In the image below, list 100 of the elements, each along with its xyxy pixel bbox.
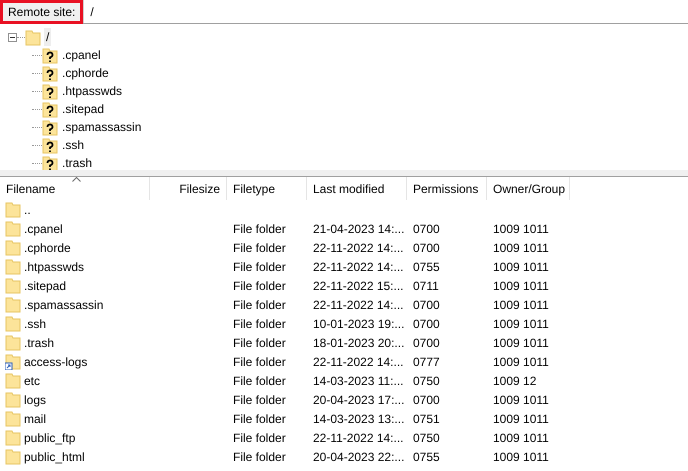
file-name[interactable]: public_ftp xyxy=(24,428,76,446)
table-cell-text: 1009 1011 xyxy=(493,410,549,428)
tree-item[interactable]: .cpanel xyxy=(60,46,103,64)
table-cell-text: 0755 xyxy=(413,448,440,466)
folder-icon xyxy=(5,239,21,256)
file-name[interactable]: logs xyxy=(24,390,46,408)
unknown-folder-icon xyxy=(42,100,58,118)
table-cell-text: 1009 1011 xyxy=(493,448,549,466)
table-cell-text: 22-11-2022 14:... xyxy=(313,354,404,370)
tree-item[interactable]: .htpasswds xyxy=(60,82,124,100)
folder-icon xyxy=(5,410,21,427)
collapse-icon[interactable] xyxy=(8,32,17,42)
table-cell-text: 0700 xyxy=(413,334,440,352)
file-name[interactable]: .spamassassin xyxy=(24,296,104,314)
table-cell-text: File folder xyxy=(233,334,286,352)
unknown-folder-icon xyxy=(42,136,58,154)
path-field[interactable]: / xyxy=(83,0,688,23)
file-name[interactable]: .htpasswds xyxy=(24,258,84,276)
file-name[interactable]: .sitepad xyxy=(24,276,66,294)
table-cell-text: 0700 xyxy=(413,240,440,256)
tree-item[interactable]: .trash xyxy=(60,154,94,170)
table-cell-text: File folder xyxy=(233,410,286,428)
table-cell-text: 1009 1011 xyxy=(493,392,549,408)
unknown-folder-icon xyxy=(42,154,58,170)
table-cell-text: 22-11-2022 14:... xyxy=(313,430,404,446)
table-cell-text: 18-01-2023 20:... xyxy=(313,334,404,352)
file-name[interactable]: mail xyxy=(24,410,46,428)
folder-icon xyxy=(5,429,21,446)
folder-icon xyxy=(25,28,41,46)
table-cell-text: 0755 xyxy=(413,258,440,276)
tree-item[interactable]: .cphorde xyxy=(60,64,111,82)
column-header[interactable]: Last modified xyxy=(307,177,407,200)
folder-icon xyxy=(5,296,21,313)
file-name[interactable]: .ssh xyxy=(24,314,46,332)
table-cell-text: 0750 xyxy=(413,372,440,390)
file-name[interactable]: etc xyxy=(24,372,40,390)
table-cell-text: File folder xyxy=(233,316,286,332)
table-cell-text: 0751 xyxy=(413,410,440,428)
table-cell-text: File folder xyxy=(233,220,286,238)
table-cell-text: File folder xyxy=(233,448,286,466)
table-cell-text: File folder xyxy=(233,296,286,314)
folder-icon xyxy=(5,220,21,237)
file-name[interactable]: .trash xyxy=(24,334,54,352)
file-name[interactable]: .cphorde xyxy=(24,238,71,256)
field-label: Remote site: xyxy=(0,0,84,24)
table-cell-text: 1009 1011 xyxy=(493,278,549,294)
table-cell-text: 0700 xyxy=(413,296,440,314)
folder-icon xyxy=(5,372,21,389)
table-cell-text: File folder xyxy=(233,372,286,390)
file-name[interactable]: access-logs xyxy=(24,352,88,370)
file-name[interactable]: .. xyxy=(24,200,31,218)
column-header[interactable]: Permissions xyxy=(407,177,487,200)
table-cell-text: 0700 xyxy=(413,316,440,332)
table-cell-text: 1009 1011 xyxy=(493,316,549,332)
table-cell-text: 0711 xyxy=(413,278,439,294)
table-cell-text: 22-11-2022 15:... xyxy=(313,278,404,294)
tree-item[interactable]: .ssh xyxy=(60,136,86,154)
table-cell-text: 14-03-2023 11:... xyxy=(313,372,404,390)
table-cell-text: 1009 1011 xyxy=(493,430,549,446)
tree-item[interactable]: .spamassassin xyxy=(60,118,144,136)
table-cell-text: 10-01-2023 19:... xyxy=(313,316,404,332)
tree-item[interactable]: / xyxy=(44,28,52,46)
unknown-folder-icon xyxy=(42,64,58,82)
folder-icon xyxy=(5,201,21,218)
tree-item[interactable]: .sitepad xyxy=(60,100,106,118)
table-cell-text: 1009 1011 xyxy=(493,296,549,314)
table-cell-text: 14-03-2023 13:... xyxy=(313,410,404,428)
column-header[interactable]: Owner/Group xyxy=(487,177,570,200)
table-cell-text: 22-11-2022 14:... xyxy=(313,240,404,256)
table-cell-text: 0750 xyxy=(413,430,440,446)
table-cell-text: 0700 xyxy=(413,220,440,238)
folder-icon xyxy=(5,334,21,351)
sort-ascending-icon xyxy=(72,177,81,182)
table-cell-text: 21-04-2023 14:... xyxy=(313,220,404,238)
table-cell-text: 0777 xyxy=(413,354,440,370)
folder-icon xyxy=(5,315,21,332)
folder-icon xyxy=(5,391,21,408)
unknown-folder-icon xyxy=(42,118,58,136)
file-name[interactable]: public_html xyxy=(24,448,85,466)
table-cell-text: 22-11-2022 14:... xyxy=(313,296,404,314)
folder-icon xyxy=(5,448,21,465)
table-cell-text: File folder xyxy=(233,430,286,446)
table-cell-text: 20-04-2023 17:... xyxy=(313,392,404,408)
table-cell-text: File folder xyxy=(233,240,286,256)
table-cell-text: File folder xyxy=(233,258,286,276)
folder-icon xyxy=(5,258,21,275)
file-name[interactable]: .cpanel xyxy=(24,220,63,238)
table-cell-text: 1009 1011 xyxy=(493,354,549,370)
unknown-folder-icon xyxy=(42,46,58,64)
unknown-folder-icon xyxy=(42,82,58,100)
table-cell-text: File folder xyxy=(233,278,286,294)
table-cell-text: 1009 1011 xyxy=(493,258,549,276)
column-header[interactable]: Filename xyxy=(0,177,150,200)
column-header[interactable]: Filesize xyxy=(150,177,227,200)
table-cell-text: 20-04-2023 22:... xyxy=(313,448,404,466)
table-cell-text: 1009 1011 xyxy=(493,220,549,238)
folder-shortcut-icon xyxy=(5,353,21,370)
column-header[interactable]: Filetype xyxy=(227,177,307,200)
table-cell-text: File folder xyxy=(233,354,286,370)
folder-icon xyxy=(5,277,21,294)
